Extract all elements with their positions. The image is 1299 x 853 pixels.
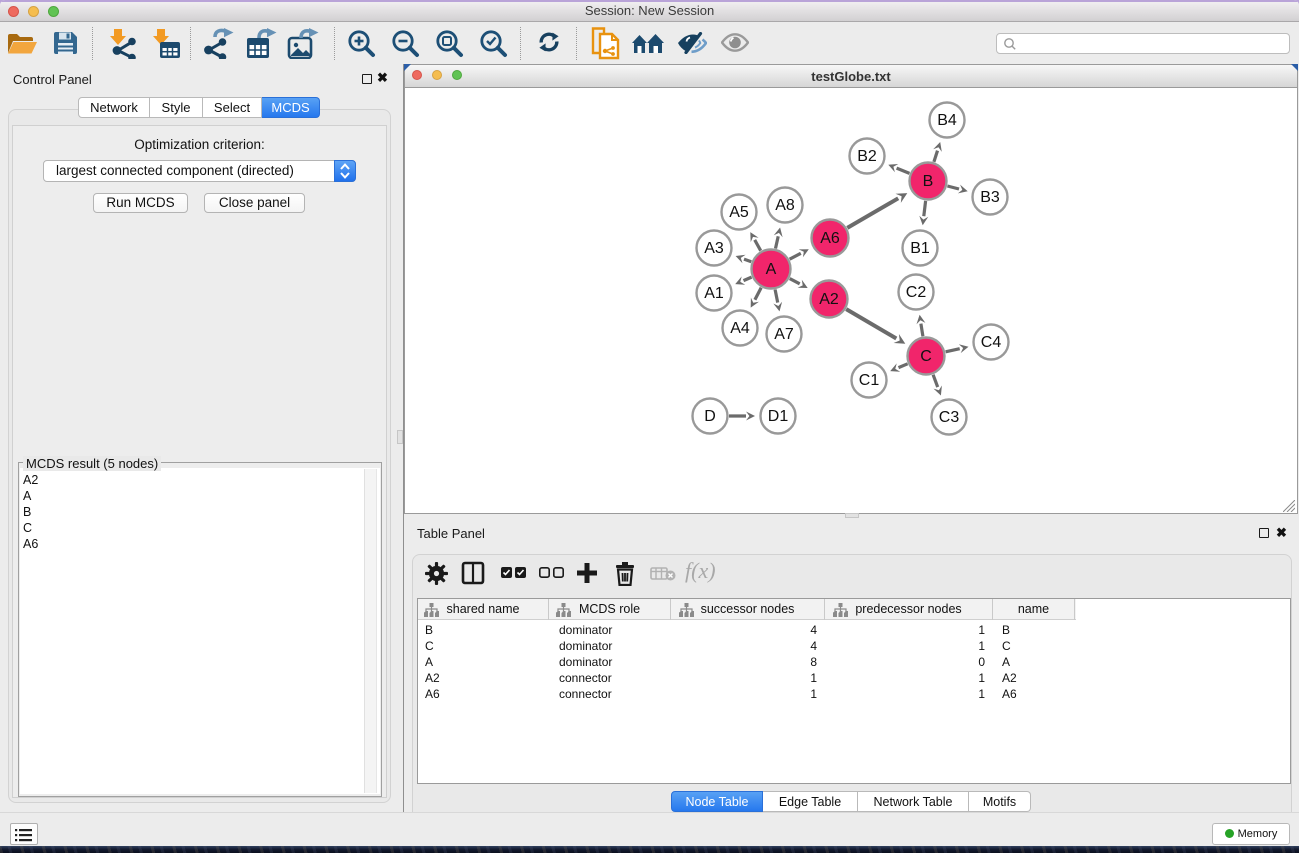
svg-text:A6: A6 [820, 230, 840, 247]
svg-text:A5: A5 [729, 204, 749, 221]
svg-text:B3: B3 [980, 189, 1000, 206]
svg-text:D1: D1 [768, 408, 789, 425]
svg-text:C: C [920, 348, 932, 365]
svg-text:A3: A3 [704, 240, 724, 257]
svg-text:A8: A8 [775, 197, 795, 214]
svg-text:B1: B1 [910, 240, 930, 257]
svg-text:C2: C2 [906, 284, 927, 301]
svg-text:A7: A7 [774, 326, 794, 343]
svg-text:B: B [923, 173, 934, 190]
svg-text:A2: A2 [819, 291, 839, 308]
svg-text:C3: C3 [939, 409, 960, 426]
svg-text:A: A [766, 261, 777, 278]
svg-text:B4: B4 [937, 112, 957, 129]
svg-text:C4: C4 [981, 334, 1002, 351]
svg-text:A1: A1 [704, 285, 724, 302]
svg-text:D: D [704, 408, 716, 425]
svg-text:B2: B2 [857, 148, 877, 165]
svg-text:C1: C1 [859, 372, 880, 389]
svg-text:A4: A4 [730, 320, 750, 337]
